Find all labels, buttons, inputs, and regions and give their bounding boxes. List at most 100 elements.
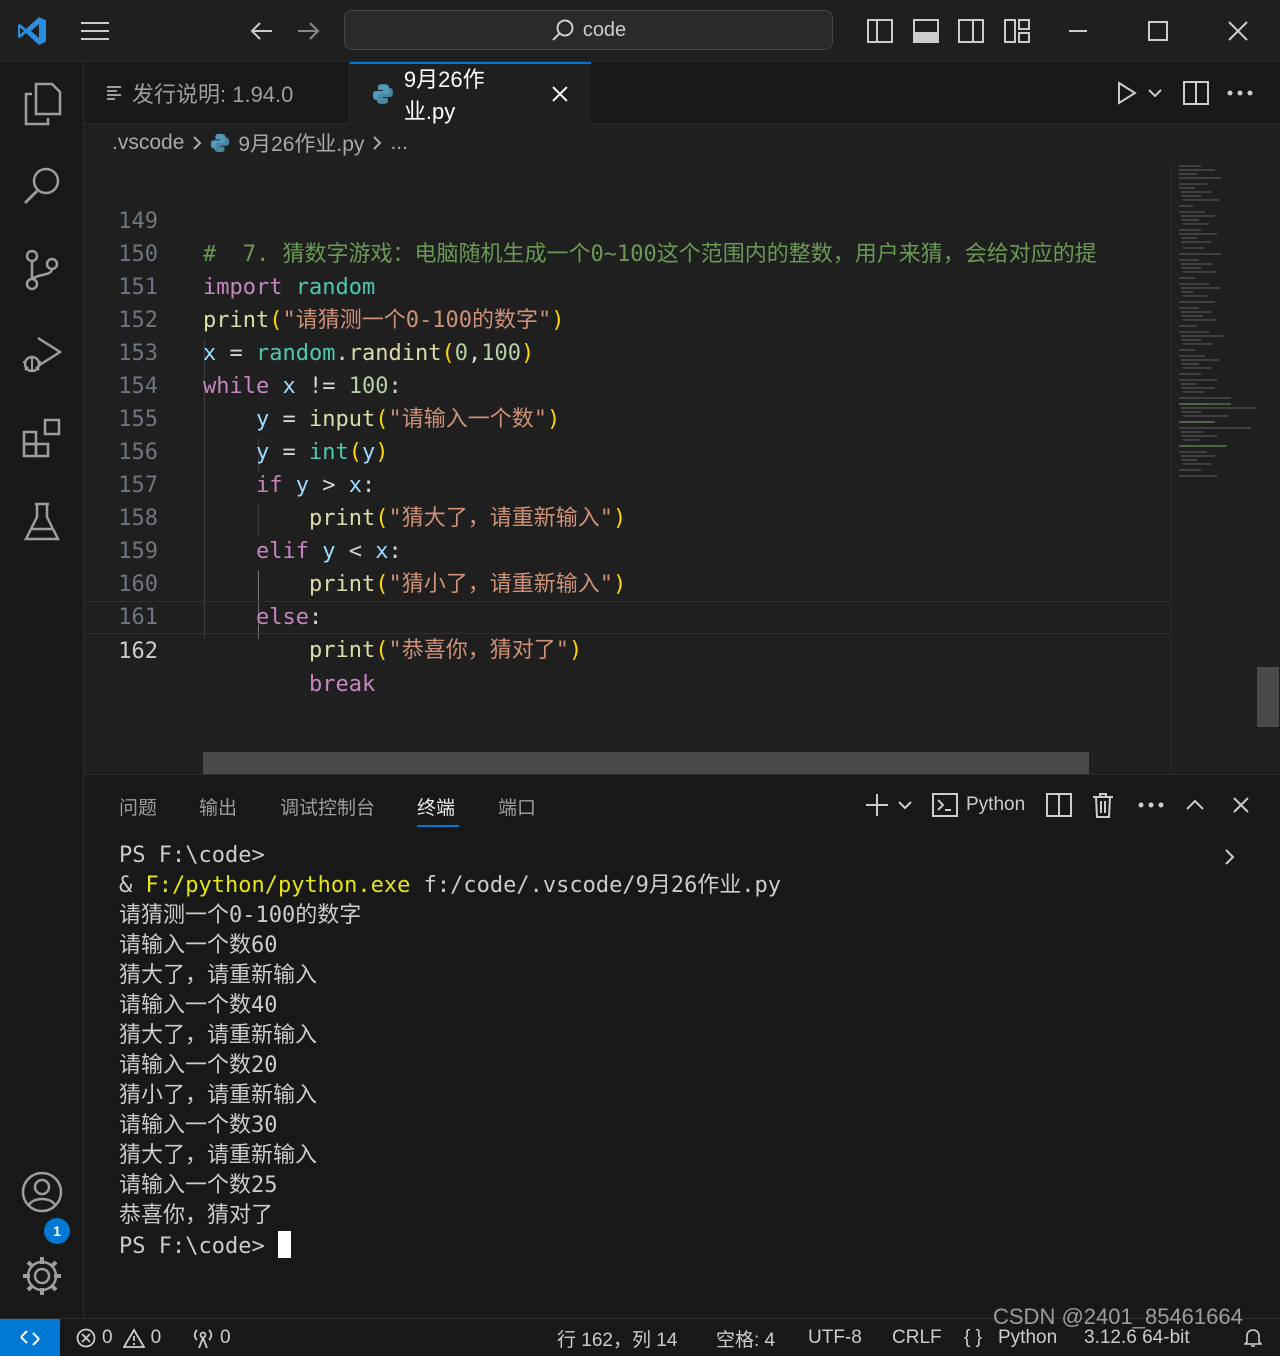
indentation-status[interactable]: 空格: 4 (716, 1319, 775, 1356)
breadcrumb-file[interactable]: 9月26作业.py (238, 128, 364, 158)
code-editor[interactable]: 149 # 7. 猜数字游戏：电脑随机生成一个0~100这个范围内的整数，用户来… (84, 162, 1280, 774)
close-window-icon[interactable] (1222, 15, 1254, 47)
chevron-right-icon (193, 136, 202, 150)
terminal-line: 请猜测一个0-100的数字 (119, 903, 362, 928)
encoding-status[interactable]: UTF-8 (808, 1319, 862, 1356)
terminal-line: 请输入一个数25 (119, 1173, 278, 1198)
toggle-panel-icon[interactable] (910, 15, 942, 47)
terminal-exe-path: F:/python/python.exe (145, 873, 411, 898)
code-line: 151 print("请猜测一个0-100的数字") (84, 238, 1170, 333)
settings-update-badge: 1 (44, 1218, 70, 1244)
code-line: 150 import random (84, 205, 1170, 300)
menu-icon[interactable] (76, 15, 114, 47)
code-line: 157 print("猜大了，请重新输入") (84, 436, 1170, 531)
source-control-icon[interactable] (0, 230, 84, 310)
split-editor-icon[interactable] (1180, 77, 1212, 109)
minimap[interactable] (1170, 162, 1256, 774)
terminal-shell-selector[interactable]: Python (932, 787, 1025, 823)
extensions-icon[interactable] (0, 398, 84, 478)
breadcrumb-symbol[interactable]: ... (390, 131, 408, 155)
back-arrow-icon[interactable] (246, 15, 278, 47)
tab-python-file[interactable]: 9月26作业.py (350, 62, 591, 124)
terminal-line: PS F:\code> (119, 843, 265, 868)
explorer-icon[interactable] (0, 64, 84, 144)
toggle-primary-sidebar-icon[interactable] (864, 15, 896, 47)
split-terminal-icon[interactable] (1046, 787, 1072, 823)
terminal-script-arg: f:/code/.vscode/9月26作业.py (410, 873, 782, 898)
python-file-icon (372, 84, 393, 104)
command-center-search[interactable]: code (344, 10, 833, 50)
terminal-line: & F:/python/python.exe f:/code/.vscode/9… (119, 873, 782, 898)
language-mode-braces-icon[interactable]: { } (964, 1319, 982, 1356)
terminal-line: 请输入一个数30 (119, 1113, 278, 1138)
tab-terminal[interactable]: 终端 (417, 793, 455, 820)
activity-bar (0, 62, 84, 1318)
terminal-line: 请输入一个数40 (119, 993, 278, 1018)
terminal-output[interactable]: PS F:\code> & F:/python/python.exe f:/cod… (119, 841, 781, 1262)
forward-arrow-icon[interactable] (292, 15, 324, 47)
new-terminal-plus-icon[interactable] (864, 787, 890, 823)
notifications-bell-icon[interactable] (1244, 1319, 1262, 1356)
tab-release-notes[interactable]: 发行说明: 1.94.0 (84, 62, 350, 124)
csdn-watermark: CSDN @2401_85461664 (993, 1304, 1243, 1329)
terminal-list-chevron-right-icon[interactable] (1224, 839, 1236, 875)
bottom-panel: 问题 输出 调试控制台 终端 端口 Python PS F:\code> & F:… (84, 774, 1280, 1318)
vertical-scrollbar[interactable] (1257, 667, 1279, 727)
remote-window-icon[interactable] (0, 1319, 60, 1356)
run-dropdown-chevron-down-icon[interactable] (1144, 77, 1166, 109)
search-icon[interactable] (0, 146, 84, 226)
code-line: 153 while x != 100: (84, 304, 1170, 399)
tab-problems[interactable]: 问题 (119, 793, 157, 820)
run-python-icon[interactable] (1112, 77, 1142, 109)
manage-gear-icon[interactable] (0, 1236, 84, 1316)
shell-label: Python (966, 794, 1026, 815)
code-line: 154 y = input("请输入一个数") (84, 337, 1170, 432)
tab-label: 发行说明: 1.94.0 (132, 82, 294, 107)
tab-output[interactable]: 输出 (199, 793, 237, 820)
horizontal-scrollbar[interactable] (203, 752, 1089, 774)
tab-debug-console[interactable]: 调试控制台 (280, 793, 375, 820)
python-file-icon (211, 133, 230, 153)
vscode-logo-icon (12, 12, 52, 50)
terminal-prompt: PS F:\code> (119, 1234, 265, 1259)
code-line: 159 print("猜小了，请重新输入") (84, 502, 1170, 597)
ports-status[interactable]: 0 (192, 1319, 231, 1356)
line-number: 162 (118, 639, 158, 664)
accounts-icon[interactable] (0, 1152, 84, 1232)
toggle-secondary-sidebar-icon[interactable] (955, 15, 987, 47)
warning-icon (122, 1328, 145, 1348)
terminal-line: 请输入一个数60 (119, 933, 278, 958)
warning-count: 0 (150, 1327, 162, 1348)
eol-status[interactable]: CRLF (892, 1319, 942, 1356)
maximize-icon[interactable] (1142, 15, 1174, 47)
terminal-line: 猜大了，请重新输入 (119, 1023, 318, 1048)
chevron-right-icon (373, 136, 382, 150)
terminal-dropdown-chevron-down-icon[interactable] (898, 787, 912, 823)
code-line: 155 y = int(y) (84, 370, 1170, 465)
kill-terminal-trash-icon[interactable] (1092, 787, 1114, 823)
breadcrumb-folder[interactable]: .vscode (112, 131, 184, 155)
close-tab-icon[interactable] (551, 85, 569, 103)
code-text: break (308, 672, 376, 697)
problems-status[interactable]: 0 0 (76, 1319, 161, 1356)
more-actions-icon[interactable] (1138, 787, 1164, 823)
maximize-panel-chevron-up-icon[interactable] (1185, 787, 1205, 823)
editor-tabs-bar: 发行说明: 1.94.0 9月26作业.py (84, 62, 1280, 124)
close-panel-icon[interactable] (1232, 787, 1250, 823)
code-text: print("恭喜你，猜对了") (308, 638, 583, 663)
code-line: 161 print("恭喜你，猜对了") (84, 568, 1170, 663)
run-debug-icon[interactable] (0, 314, 84, 394)
testing-icon[interactable] (0, 482, 84, 562)
tab-ports[interactable]: 端口 (498, 793, 536, 820)
active-tab-indicator (417, 825, 459, 827)
minimize-icon[interactable] (1062, 15, 1094, 47)
more-actions-icon[interactable] (1224, 77, 1256, 109)
terminal-line: 猜小了，请重新输入 (119, 1083, 318, 1108)
error-count: 0 (102, 1327, 113, 1348)
cursor-position[interactable]: 行 162，列 14 (557, 1319, 677, 1356)
code-line: 152 x = random.randint(0,100) (84, 271, 1170, 366)
release-notes-icon (107, 86, 121, 100)
search-icon (552, 19, 574, 41)
terminal-line: 恭喜你，猜对了 (119, 1203, 274, 1228)
customize-layout-icon[interactable] (1001, 15, 1033, 47)
